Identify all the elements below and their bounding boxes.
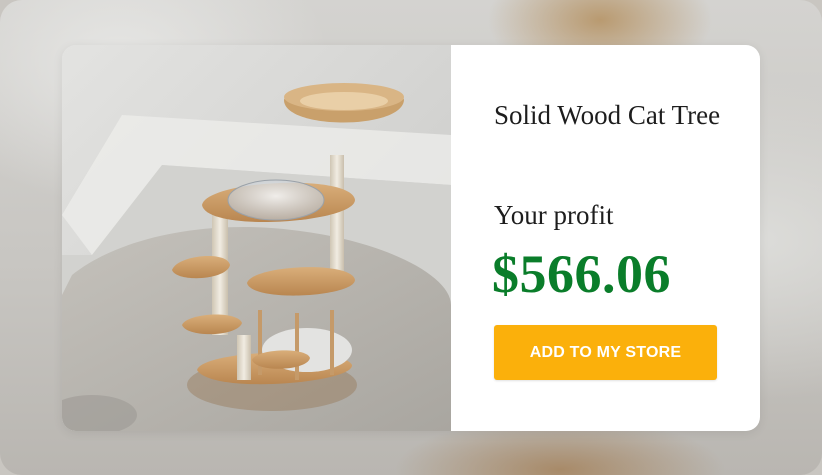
profit-label: Your profit — [494, 200, 614, 230]
product-title: Solid Wood Cat Tree — [494, 100, 721, 130]
profit-value: $566.06 — [492, 244, 671, 304]
product-info-panel: Solid Wood Cat Tree Your profit $566.06 … — [451, 45, 760, 431]
product-card: Solid Wood Cat Tree Your profit $566.06 … — [62, 45, 760, 431]
add-to-store-button[interactable]: ADD TO MY STORE — [494, 325, 717, 380]
product-image — [62, 45, 451, 431]
